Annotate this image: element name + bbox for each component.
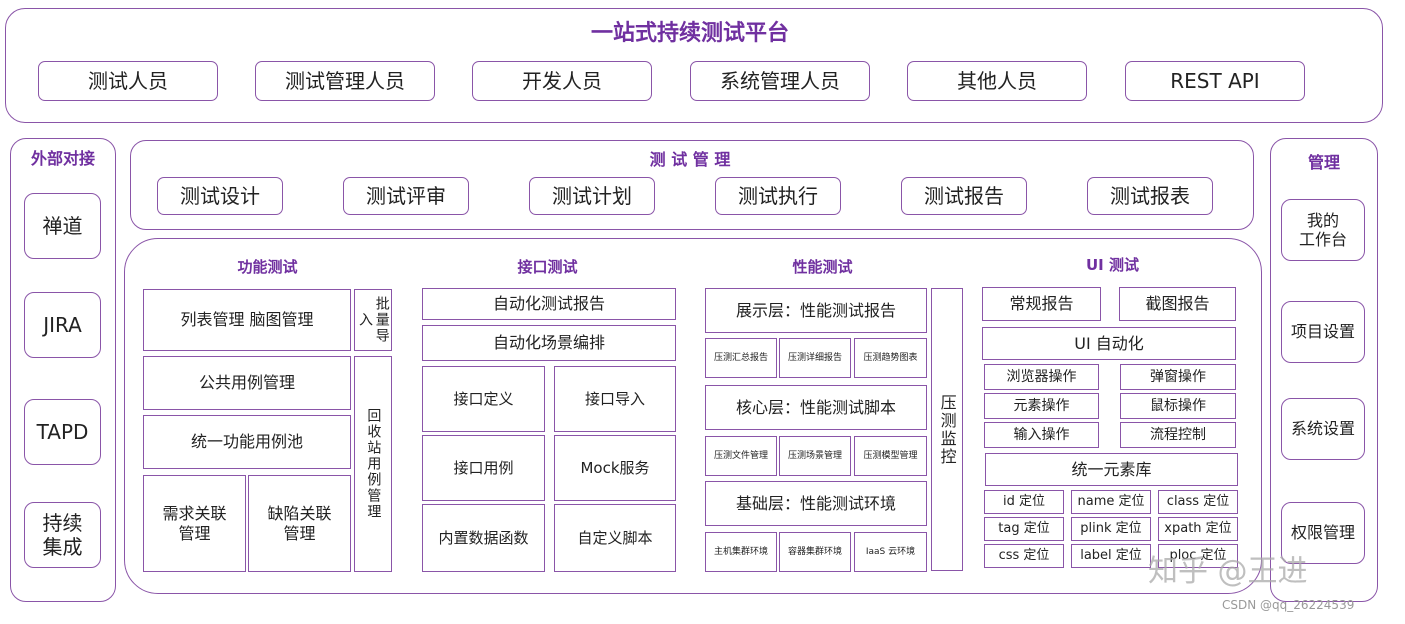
core-layer-box: 核心层：性能测试脚本 [705, 385, 927, 430]
test-management-item: 测试评审 [343, 177, 469, 215]
ui-operation-box: 弹窗操作 [1120, 364, 1236, 390]
base-layer-box: 基础层：性能测试环境 [705, 481, 927, 526]
test-management-item: 测试报告 [901, 177, 1027, 215]
role-box: 测试人员 [38, 61, 218, 101]
batch-import-box: 批量导入 [354, 289, 392, 351]
ui-operation-box: 输入操作 [984, 422, 1099, 448]
role-box: REST API [1125, 61, 1305, 101]
performance-sub-item: 容器集群环境 [779, 532, 851, 572]
locator-box: name 定位 [1071, 490, 1151, 514]
external-title: 外部对接 [30, 149, 95, 168]
performance-sub-item: 主机集群环境 [705, 532, 777, 572]
interface-cell: Mock服务 [554, 435, 676, 501]
regular-report-box: 常规报告 [982, 287, 1101, 321]
functional-title: 功能测试 [237, 257, 298, 276]
external-system-box: 禅道 [24, 193, 101, 259]
unified-pool-box: 统一功能用例池 [143, 415, 351, 469]
test-management-item: 测试报表 [1087, 177, 1213, 215]
management-item-box: 系统设置 [1281, 398, 1365, 460]
element-library-box: 统一元素库 [985, 453, 1238, 486]
role-box: 测试管理人员 [255, 61, 435, 101]
ui-operation-box: 鼠标操作 [1120, 393, 1236, 419]
performance-sub-item: 压测模型管理 [854, 436, 927, 476]
locator-box: label 定位 [1071, 544, 1151, 568]
performance-title: 性能测试 [792, 257, 853, 276]
interface-cell: 接口用例 [422, 435, 545, 501]
locator-box: tag 定位 [984, 517, 1064, 541]
performance-sub-item: 压测汇总报告 [705, 338, 777, 378]
csdn-watermark: CSDN @qq_26224539 [1222, 598, 1355, 612]
test-management-item: 测试执行 [715, 177, 841, 215]
requirement-link-box: 需求关联 管理 [143, 475, 246, 572]
management-item-box: 项目设置 [1281, 301, 1365, 363]
screenshot-report-box: 截图报告 [1119, 287, 1236, 321]
external-system-box: 持续 集成 [24, 502, 101, 568]
ui-automation-box: UI 自动化 [982, 327, 1236, 360]
ui-operation-box: 元素操作 [984, 393, 1099, 419]
locator-box: plink 定位 [1071, 517, 1151, 541]
interface-cell: 接口导入 [554, 366, 676, 432]
recycle-bin-box: 回收站用例管理 [354, 356, 392, 572]
performance-sub-item: 压测场景管理 [779, 436, 851, 476]
management-item-box: 我的 工作台 [1281, 199, 1365, 261]
performance-sub-item: 压测文件管理 [705, 436, 777, 476]
performance-sub-item: 压测趋势图表 [854, 338, 927, 378]
ui-title: UI 测试 [1086, 255, 1139, 274]
management-title: 管理 [1307, 153, 1340, 172]
zhihu-watermark: 知乎 @王进 [1148, 554, 1308, 589]
defect-link-box: 缺陷关联 管理 [248, 475, 351, 572]
ui-operation-box: 浏览器操作 [984, 364, 1099, 390]
test-management-item: 测试计划 [529, 177, 655, 215]
interface-cell: 自定义脚本 [554, 504, 676, 572]
interface-cell: 接口定义 [422, 366, 545, 432]
locator-box: css 定位 [984, 544, 1064, 568]
role-box: 系统管理人员 [690, 61, 870, 101]
interface-scenario-box: 自动化场景编排 [422, 325, 676, 361]
external-system-box: JIRA [24, 292, 101, 358]
interface-report-box: 自动化测试报告 [422, 288, 676, 320]
interface-title: 接口测试 [517, 257, 578, 276]
role-box: 其他人员 [907, 61, 1087, 101]
list-mindmap-box: 列表管理 脑图管理 [143, 289, 351, 351]
role-box: 开发人员 [472, 61, 652, 101]
locator-box: id 定位 [984, 490, 1064, 514]
platform-title: 一站式持续测试平台 [590, 21, 789, 46]
public-cases-box: 公共用例管理 [143, 356, 351, 410]
locator-box: class 定位 [1158, 490, 1238, 514]
monitor-box: 压测监控 [931, 288, 963, 571]
display-layer-box: 展示层：性能测试报告 [705, 288, 927, 333]
external-system-box: TAPD [24, 399, 101, 465]
locator-box: xpath 定位 [1158, 517, 1238, 541]
ui-operation-box: 流程控制 [1120, 422, 1236, 448]
test-management-title: 测 试 管 理 [649, 150, 731, 169]
test-management-item: 测试设计 [157, 177, 283, 215]
interface-cell: 内置数据函数 [422, 504, 545, 572]
performance-sub-item: 压测详细报告 [779, 338, 851, 378]
performance-sub-item: IaaS 云环境 [854, 532, 927, 572]
